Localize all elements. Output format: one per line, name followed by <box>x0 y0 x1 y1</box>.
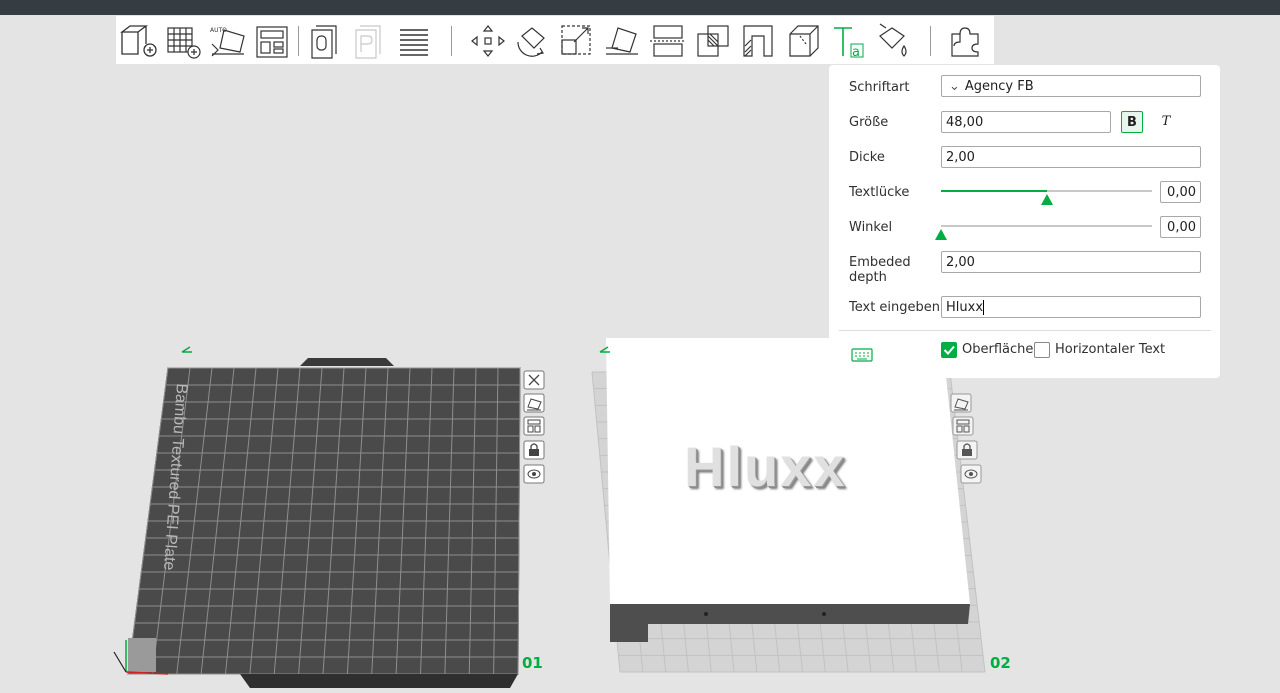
keyboard-icon[interactable] <box>851 347 873 362</box>
embed-depth-input[interactable]: 2,00 <box>941 251 1201 273</box>
embed-label-line-1: Embeded <box>849 255 911 270</box>
add-cube-icon[interactable] <box>118 22 158 60</box>
text-gap-slider-fill <box>941 190 1047 192</box>
move-icon[interactable] <box>468 22 508 60</box>
plate-2 <box>591 338 986 673</box>
scale-icon[interactable] <box>556 22 596 60</box>
plate-2-number[interactable]: 02 <box>990 654 1011 672</box>
text-tool-panel: Schriftart ⌄ Agency FB Größe 48,00 B T Di… <box>829 65 1220 378</box>
measure-icon[interactable] <box>784 22 824 60</box>
text-input-label: Text eingeben <box>849 300 941 315</box>
text-gap-label: Textlücke <box>849 185 910 200</box>
plate-objects-icon[interactable] <box>306 22 346 60</box>
panel-divider <box>839 330 1211 331</box>
angle-slider[interactable] <box>941 225 1152 227</box>
plate-2-settings-icon[interactable] <box>960 464 982 484</box>
thickness-input[interactable]: 2,00 <box>941 146 1201 168</box>
lock-plate-2-icon[interactable] <box>956 440 978 460</box>
text-input[interactable]: Hluxx <box>941 296 1201 318</box>
rotate-icon[interactable] <box>512 22 552 60</box>
angle-slider-thumb[interactable] <box>935 229 947 240</box>
text-gap-input[interactable]: 0,00 <box>1160 181 1201 203</box>
text-tool-icon[interactable]: a <box>828 22 868 60</box>
svg-text:a: a <box>852 45 860 60</box>
arrange-plate-2-icon[interactable] <box>952 416 974 436</box>
text-model-3d[interactable]: Hluxx <box>684 434 847 499</box>
angle-input[interactable]: 0,00 <box>1160 216 1201 238</box>
embed-depth-label: Embeded depth <box>849 255 911 285</box>
arrange-icon[interactable] <box>252 22 292 60</box>
font-select-value: Agency FB <box>964 79 1034 94</box>
text-caret <box>983 300 985 315</box>
font-select[interactable]: ⌄ Agency FB <box>941 75 1201 97</box>
assembly-icon[interactable] <box>946 22 986 60</box>
surface-label[interactable]: Oberfläche <box>962 342 1033 357</box>
size-input[interactable]: 48,00 <box>941 111 1111 133</box>
title-bar <box>0 0 1280 15</box>
surface-checkbox[interactable] <box>941 342 957 358</box>
toolbar-separator <box>298 26 299 56</box>
cut-icon[interactable] <box>648 22 688 60</box>
size-label: Größe <box>849 115 889 130</box>
thickness-label: Dicke <box>849 150 885 165</box>
font-label: Schriftart <box>849 80 910 95</box>
orient-plate-2-icon[interactable] <box>950 393 972 413</box>
arrange-plate-icon[interactable] <box>523 416 545 436</box>
plate-settings-icon[interactable] <box>523 464 545 484</box>
chevron-down-icon: ⌄ <box>949 79 960 94</box>
orient-plate-icon[interactable] <box>523 393 545 413</box>
color-paint-icon[interactable] <box>872 22 912 60</box>
add-plate-icon[interactable] <box>164 22 204 60</box>
lay-on-face-icon[interactable] <box>602 22 642 60</box>
bold-button[interactable]: B <box>1121 111 1143 133</box>
horizontal-text-label[interactable]: Horizontaler Text <box>1055 342 1165 357</box>
italic-button[interactable]: T <box>1155 111 1177 133</box>
toolbar-separator <box>930 26 931 56</box>
toolbar-separator <box>451 26 452 56</box>
text-gap-slider-thumb[interactable] <box>1040 194 1053 205</box>
horizontal-text-checkbox[interactable] <box>1034 342 1050 358</box>
main-toolbar: AUTO a <box>116 16 994 64</box>
boolean-icon[interactable] <box>694 22 734 60</box>
embed-label-line-2: depth <box>849 270 887 285</box>
layers-icon[interactable] <box>394 22 434 60</box>
plate-1-number[interactable]: 01 <box>522 654 543 672</box>
support-paint-icon[interactable] <box>738 22 778 60</box>
auto-orient-icon[interactable]: AUTO <box>208 22 248 60</box>
lock-plate-icon[interactable] <box>523 440 545 460</box>
close-plate-icon[interactable] <box>523 370 545 390</box>
text-input-value: Hluxx <box>946 300 984 315</box>
plate-p-icon[interactable] <box>350 22 390 60</box>
angle-label: Winkel <box>849 220 893 235</box>
